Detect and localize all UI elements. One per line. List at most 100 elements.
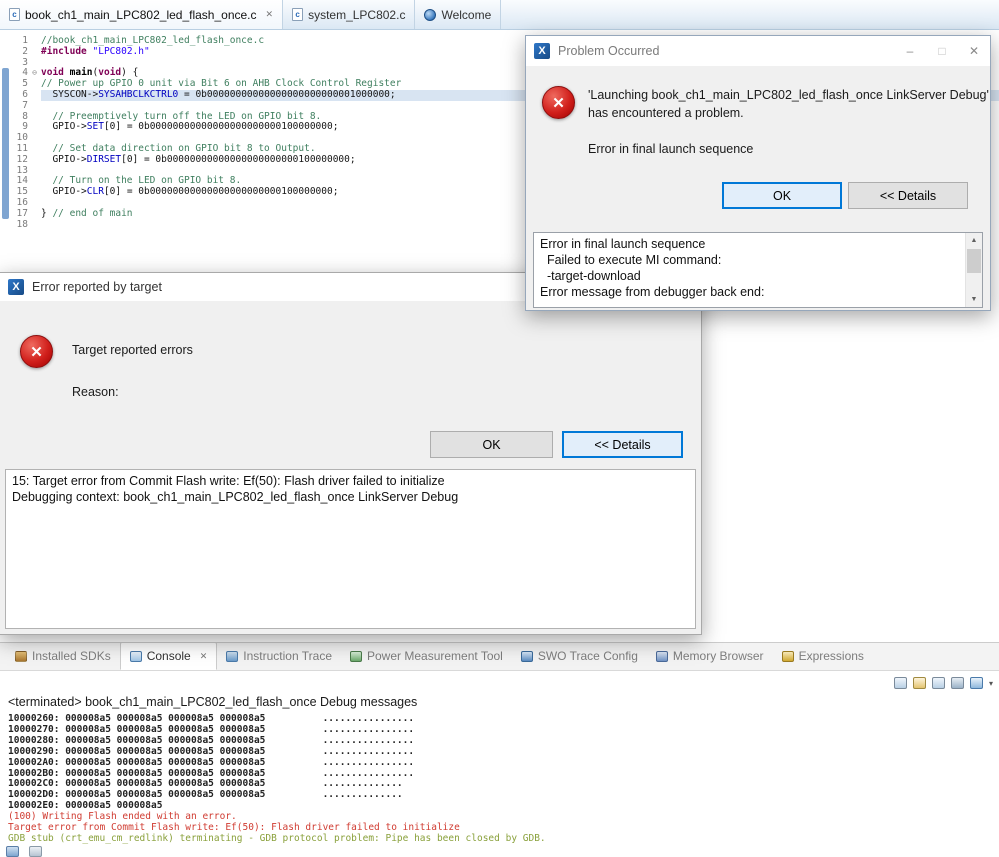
fold-margin <box>28 220 41 231</box>
editor-tab-label: Welcome <box>441 7 492 22</box>
ok-button[interactable]: OK <box>722 182 842 209</box>
open-console-icon[interactable] <box>969 677 983 689</box>
tab-label: Expressions <box>798 649 864 663</box>
tab-memory-browser[interactable]: Memory Browser <box>647 642 773 670</box>
close-tab-icon[interactable]: ✕ <box>266 9 274 20</box>
fold-margin <box>28 187 41 198</box>
bottom-status-icon-2[interactable] <box>29 846 42 857</box>
display-selected-console-icon[interactable] <box>950 677 964 689</box>
editor-tab-label: system_LPC802.c <box>308 7 406 22</box>
scroll-down-icon[interactable]: ▼ <box>966 292 982 307</box>
problem-occurred-dialog: X Problem Occurred – □ ✕ ✕ 'Launching bo… <box>525 35 991 311</box>
console-line: 10000290: 000008a5 000008a5 000008a5 000… <box>8 745 415 757</box>
details-button[interactable]: << Details <box>848 182 968 209</box>
error-reported-by-target-dialog: X Error reported by target ✕ Target repo… <box>0 272 702 635</box>
instruction-trace-icon <box>226 650 239 662</box>
details-line: -target-download <box>540 269 641 283</box>
scrollbar-thumb[interactable] <box>967 249 981 273</box>
tab-installed-sdks[interactable]: Installed SDKs <box>6 642 120 670</box>
status-icons <box>6 846 42 857</box>
fold-margin <box>28 112 41 123</box>
tab-label: Memory Browser <box>672 649 764 663</box>
dialog-title-bar[interactable]: X Problem Occurred – □ ✕ <box>526 36 990 66</box>
details-line: Failed to execute MI command: <box>540 253 722 267</box>
line-number: 18 <box>16 218 28 230</box>
tab-swo-trace-config[interactable]: SWO Trace Config <box>512 642 647 670</box>
details-line: Error in final launch sequence <box>540 237 706 251</box>
fold-margin <box>28 176 41 187</box>
c-file-icon: c <box>292 8 304 21</box>
ok-button[interactable]: OK <box>430 431 553 458</box>
ide-window: c book_ch1_main_LPC802_led_flash_once.c … <box>0 0 999 857</box>
details-line: Debugging context: book_ch1_main_LPC802_… <box>12 490 459 504</box>
fold-margin <box>28 79 41 90</box>
line-number: 17 <box>16 207 28 219</box>
error-icon: ✕ <box>542 86 575 119</box>
dialog-submessage: Error in final launch sequence <box>588 142 754 156</box>
fold-collapse-icon[interactable]: ⊖ <box>28 68 41 79</box>
details-scrollbar[interactable]: ▲ ▼ <box>965 233 982 307</box>
console-title: <terminated> book_ch1_main_LPC802_led_fl… <box>8 695 418 709</box>
tab-label: Power Measurement Tool <box>367 649 503 663</box>
tab-label: SWO Trace Config <box>537 649 638 663</box>
fold-margin <box>28 133 41 144</box>
close-tab-icon[interactable]: ✕ <box>200 651 208 662</box>
pin-console-icon[interactable] <box>931 677 945 689</box>
details-line: 15: Target error from Commit Flash write… <box>12 474 445 488</box>
console-toolbar: ▾ <box>893 673 993 693</box>
details-line: Error message from debugger back end: <box>540 285 765 299</box>
fold-margin <box>28 166 41 177</box>
editor-tab-book-ch1-main[interactable]: c book_ch1_main_LPC802_led_flash_once.c … <box>0 0 284 29</box>
line-number: 7 <box>22 99 28 111</box>
tab-label: Console <box>146 649 191 663</box>
bottom-tab-bar: Installed SDKs Console ✕ Instruction Tra… <box>0 642 999 671</box>
tab-console[interactable]: Console ✕ <box>119 642 218 670</box>
dialog-message: Target reported errors <box>72 343 193 357</box>
range-indicator <box>2 68 9 219</box>
console-icon <box>129 650 142 662</box>
line-number: 12 <box>16 153 28 165</box>
fold-margin <box>28 36 41 47</box>
dialog-title: Error reported by target <box>32 280 162 294</box>
maximize-icon[interactable]: □ <box>926 36 958 66</box>
c-file-icon: c <box>9 8 20 21</box>
fold-margin <box>28 90 41 101</box>
reason-label: Reason: <box>72 385 119 399</box>
tab-instruction-trace[interactable]: Instruction Trace <box>217 642 341 670</box>
fold-margin <box>28 144 41 155</box>
bottom-status-icon-1[interactable] <box>6 846 19 857</box>
tab-power-measurement-tool[interactable]: Power Measurement Tool <box>341 642 512 670</box>
app-x-logo-icon: X <box>8 279 24 295</box>
open-console-menu-arrow-icon[interactable]: ▾ <box>989 679 993 688</box>
close-icon[interactable]: ✕ <box>958 36 990 66</box>
fold-margin <box>28 101 41 112</box>
error-details-text[interactable]: ▲ ▼ Error in final launch sequence Faile… <box>533 232 983 308</box>
installed-sdks-icon <box>15 650 27 662</box>
error-cross-glyph: ✕ <box>552 94 565 112</box>
tab-expressions[interactable]: Expressions <box>773 642 873 670</box>
console-view: Installed SDKs Console ✕ Instruction Tra… <box>0 642 999 857</box>
fold-margin <box>28 58 41 69</box>
details-button[interactable]: << Details <box>562 431 683 458</box>
scroll-lock-icon[interactable] <box>912 677 926 689</box>
console-output[interactable]: 10000260: 000008a5 000008a5 000008a5 000… <box>8 713 999 845</box>
memory-browser-icon <box>655 650 668 662</box>
swo-trace-icon <box>520 650 533 662</box>
fold-margin <box>28 122 41 133</box>
window-buttons: – □ ✕ <box>894 36 990 66</box>
app-x-logo-icon: X <box>534 43 550 59</box>
console-line: GDB stub (crt_emu_cm_redlink) terminatin… <box>8 832 546 844</box>
fold-margin <box>28 47 41 58</box>
editor-tab-bar: c book_ch1_main_LPC802_led_flash_once.c … <box>0 0 999 30</box>
error-details-text[interactable]: 15: Target error from Commit Flash write… <box>5 469 696 629</box>
error-cross-glyph: ✕ <box>30 343 43 361</box>
dialog-message: 'Launching book_ch1_main_LPC802_led_flas… <box>588 88 989 121</box>
clear-console-icon[interactable] <box>893 677 907 689</box>
fold-margin <box>28 198 41 209</box>
scroll-up-icon[interactable]: ▲ <box>966 233 982 248</box>
globe-icon <box>424 8 437 21</box>
minimize-icon[interactable]: – <box>894 36 926 66</box>
editor-tab-system-lpc802[interactable]: c system_LPC802.c <box>283 0 416 29</box>
editor-tab-welcome[interactable]: Welcome <box>415 0 502 29</box>
console-line: 100002A0: 000008a5 000008a5 000008a5 000… <box>8 756 415 768</box>
